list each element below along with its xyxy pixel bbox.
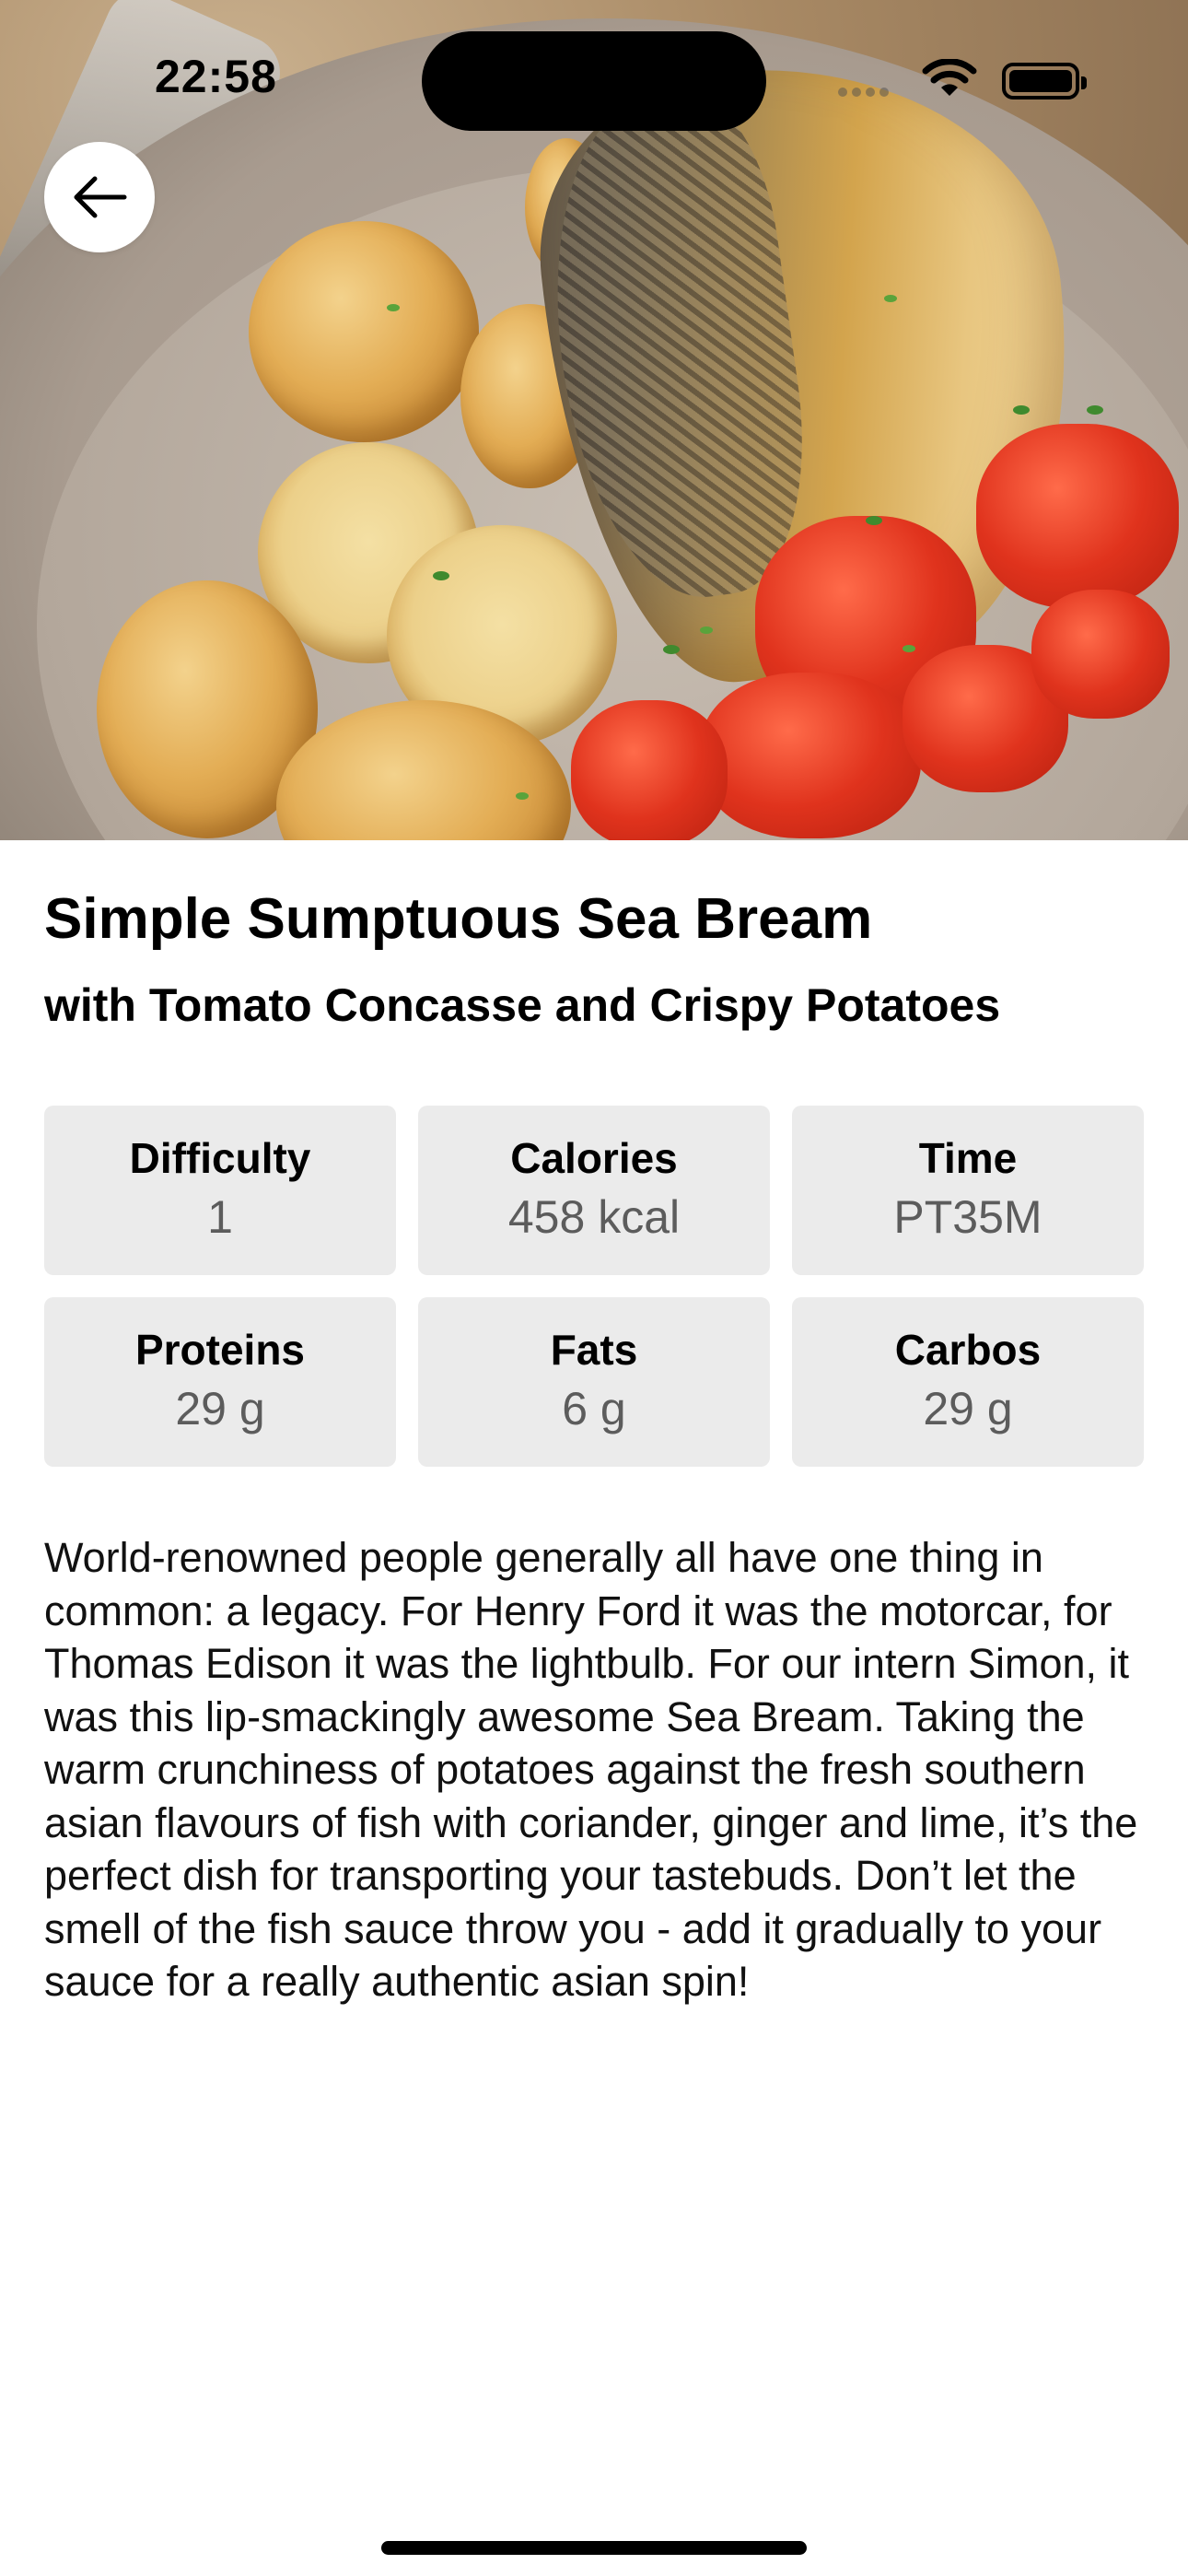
herb-decoration xyxy=(433,571,449,580)
stat-difficulty: Difficulty 1 xyxy=(44,1106,396,1275)
tomato-decoration xyxy=(571,700,728,840)
stat-carbos: Carbos 29 g xyxy=(792,1297,1144,1467)
tomato-decoration xyxy=(976,424,1179,608)
herb-decoration xyxy=(1087,405,1103,415)
back-button[interactable] xyxy=(44,142,155,252)
tomato-decoration xyxy=(700,673,921,838)
herb-decoration xyxy=(663,645,680,654)
stat-proteins: Proteins 29 g xyxy=(44,1297,396,1467)
stat-value: 6 g xyxy=(562,1383,626,1435)
stat-label: Proteins xyxy=(134,1325,306,1374)
status-bar-time: 22:58 xyxy=(155,51,277,102)
stat-calories: Calories 458 kcal xyxy=(418,1106,770,1275)
stat-time: Time PT35M xyxy=(792,1106,1144,1275)
potato-decoration xyxy=(249,221,479,442)
herb-decoration xyxy=(700,626,713,634)
arrow-left-icon xyxy=(74,176,127,218)
stat-value: 29 g xyxy=(175,1383,265,1435)
battery-icon xyxy=(1002,63,1087,100)
stat-label: Fats xyxy=(550,1325,638,1374)
stat-value: PT35M xyxy=(893,1191,1042,1244)
herb-decoration xyxy=(1013,405,1030,415)
stat-value: 1 xyxy=(207,1191,233,1244)
wifi-icon xyxy=(922,59,977,96)
stat-value: 29 g xyxy=(923,1383,1013,1435)
herb-decoration xyxy=(516,792,529,800)
herb-decoration xyxy=(903,645,915,652)
tomato-decoration xyxy=(1031,590,1170,719)
dynamic-island xyxy=(422,31,766,131)
stat-label: Carbos xyxy=(894,1325,1042,1374)
herb-decoration xyxy=(387,304,400,311)
stat-label: Time xyxy=(918,1133,1018,1182)
recipe-subtitle: with Tomato Concasse and Crispy Potatoes xyxy=(44,979,1001,1031)
stat-fats: Fats 6 g xyxy=(418,1297,770,1467)
recipe-title: Simple Sumptuous Sea Bream xyxy=(44,887,873,951)
nutrition-stats-grid: Difficulty 1 Calories 458 kcal Time PT35… xyxy=(44,1106,1144,1467)
herb-decoration xyxy=(866,516,882,525)
recipe-description: World-renowned people generally all have… xyxy=(44,1534,1138,2005)
stat-label: Difficulty xyxy=(129,1133,311,1182)
stat-value: 458 kcal xyxy=(507,1191,681,1244)
herb-decoration xyxy=(884,295,897,302)
stat-label: Calories xyxy=(510,1133,678,1182)
home-indicator[interactable] xyxy=(381,2541,807,2555)
cellular-signal-icon xyxy=(838,85,893,101)
